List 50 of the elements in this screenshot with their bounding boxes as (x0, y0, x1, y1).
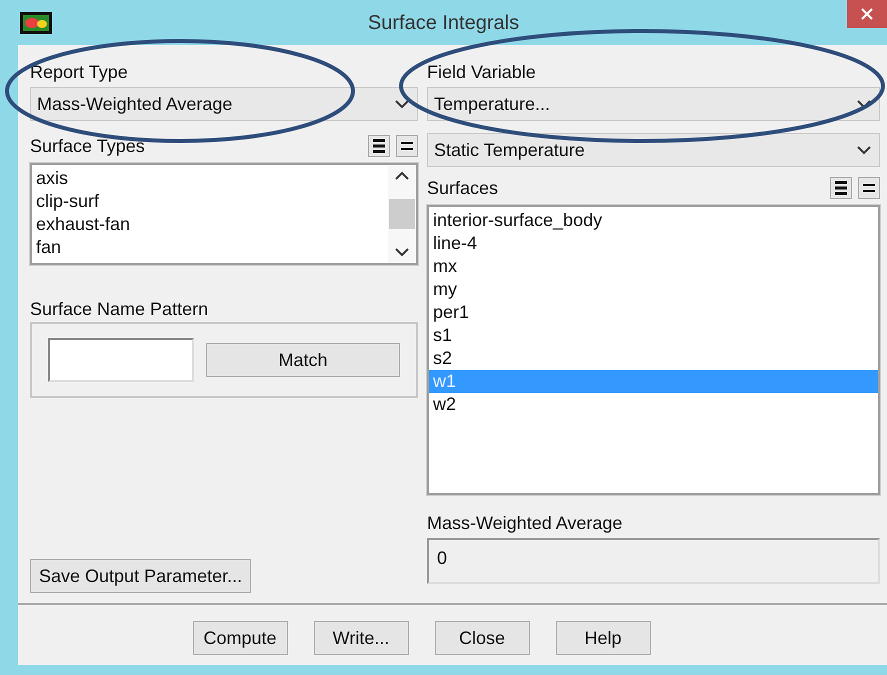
list-item[interactable]: w2 (429, 393, 878, 416)
list-item[interactable]: clip-surf (32, 190, 388, 213)
scroll-down-icon (395, 248, 409, 257)
close-button[interactable] (847, 0, 887, 28)
list-item[interactable]: my (429, 278, 878, 301)
report-type-label: Report Type (30, 62, 129, 83)
list-item[interactable]: line-4 (429, 232, 878, 255)
dialog-button[interactable]: Compute (192, 621, 288, 655)
deselect-all-button[interactable] (858, 177, 880, 199)
list-item[interactable]: mx (429, 255, 878, 278)
close-icon (861, 8, 873, 20)
scrollbar[interactable] (388, 165, 416, 263)
field-subvariable-dropdown[interactable]: Static Temperature (427, 133, 880, 167)
list-item[interactable]: s2 (429, 347, 878, 370)
select-all-button[interactable] (830, 177, 852, 199)
surface-types-list[interactable]: axis clip-surf exhaust-fan fan (30, 163, 418, 265)
window-title: Surface Integrals (368, 12, 520, 35)
scroll-thumb[interactable] (389, 199, 415, 229)
chevron-down-icon (857, 99, 871, 109)
surfaces-list[interactable]: interior-surface_body line-4 mx my per1 s1 s2 w1 w2 (427, 205, 880, 495)
app-icon (20, 12, 52, 34)
select-all-button[interactable] (368, 135, 390, 157)
dialog-button[interactable]: Close (434, 621, 530, 655)
select-all-icon (373, 139, 385, 153)
name-pattern-label: Surface Name Pattern (30, 299, 210, 320)
list-item[interactable]: s1 (429, 324, 878, 347)
list-item[interactable]: per1 (429, 301, 878, 324)
deselect-all-icon (401, 142, 413, 150)
match-button[interactable]: Match (206, 343, 400, 377)
name-pattern-input[interactable] (48, 338, 194, 382)
result-label: Mass-Weighted Average (427, 513, 624, 534)
deselect-all-button[interactable] (396, 135, 418, 157)
deselect-all-icon (863, 184, 875, 192)
surface-types-label: Surface Types (30, 136, 145, 157)
list-item[interactable]: fan (32, 236, 388, 259)
report-type-dropdown[interactable]: Mass-Weighted Average (30, 87, 418, 121)
select-all-icon (835, 181, 847, 195)
field-variable-dropdown[interactable]: Temperature... (427, 87, 880, 121)
chevron-down-icon (857, 145, 871, 155)
chevron-down-icon (395, 99, 409, 109)
field-variable-label: Field Variable (427, 62, 537, 83)
dialog-button[interactable]: Help (556, 621, 650, 655)
scroll-up-icon (395, 171, 409, 180)
list-item[interactable]: axis (32, 167, 388, 190)
surfaces-label: Surfaces (427, 178, 498, 199)
list-item[interactable]: interior-surface_body (429, 209, 878, 232)
save-output-parameter-button[interactable]: Save Output Parameter... (30, 559, 252, 593)
list-item[interactable]: exhaust-fan (32, 213, 388, 236)
dialog-button[interactable]: Write... (314, 621, 408, 655)
result-field: 0 (427, 538, 880, 584)
